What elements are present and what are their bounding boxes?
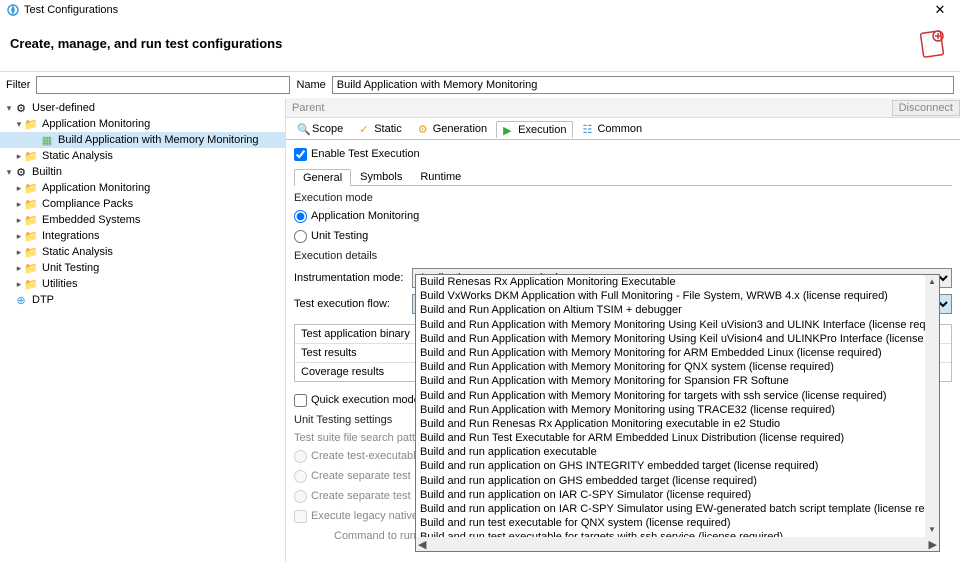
flow-option[interactable]: Build and Run Test Executable for ARM Em… — [416, 431, 939, 445]
tree-embedded[interactable]: ▸📁Embedded Systems — [0, 212, 285, 228]
scrollbar-vertical[interactable] — [925, 275, 939, 537]
gear-icon: ⚙ — [14, 165, 28, 179]
flow-dropdown[interactable]: Build Renesas Rx Application Monitoring … — [415, 274, 940, 552]
tree-compliance[interactable]: ▸📁Compliance Packs — [0, 196, 285, 212]
folder-icon: 📁 — [24, 261, 38, 275]
tree-static-analysis[interactable]: ▸📁Static Analysis — [0, 148, 285, 164]
create-exe-radio — [294, 450, 307, 463]
scrollbar-horizontal[interactable]: ◀▶ — [416, 537, 939, 551]
instr-mode-label: Instrumentation mode: — [294, 272, 412, 284]
tree-utilities[interactable]: ▸📁Utilities — [0, 276, 285, 292]
flow-option[interactable]: Build and run application on GHS INTEGRI… — [416, 459, 939, 473]
name-label: Name — [296, 79, 325, 91]
flow-option[interactable]: Build and Run Application with Memory Mo… — [416, 403, 939, 417]
subtab-runtime[interactable]: Runtime — [411, 168, 470, 185]
legacy-checkbox — [294, 510, 307, 523]
execution-icon: ▶ — [503, 124, 515, 136]
tree-integrations[interactable]: ▸📁Integrations — [0, 228, 285, 244]
static-icon: ✓ — [359, 123, 371, 135]
folder-icon: 📁 — [24, 229, 38, 243]
config-icon: ▦ — [40, 133, 54, 147]
folder-icon: 📁 — [24, 245, 38, 259]
flow-option[interactable]: Build and Run Application with Memory Mo… — [416, 318, 939, 332]
globe-icon: ⊕ — [14, 293, 28, 307]
flow-option[interactable]: Build and Run Application with Memory Mo… — [416, 374, 939, 388]
scope-icon: 🔍 — [297, 123, 309, 135]
flow-option[interactable]: Build and Run Application with Memory Mo… — [416, 389, 939, 403]
tab-static[interactable]: ✓Static — [352, 120, 409, 137]
subtab-symbols[interactable]: Symbols — [351, 168, 411, 185]
generation-icon: ⚙ — [418, 123, 430, 135]
doc-icon — [918, 26, 950, 61]
tab-common[interactable]: ☷Common — [575, 120, 649, 137]
close-button[interactable]: ✕ — [926, 2, 954, 18]
flow-option[interactable]: Build and run test executable for target… — [416, 530, 939, 537]
disconnect-button[interactable]: Disconnect — [892, 100, 960, 116]
enable-execution-label: Enable Test Execution — [311, 148, 420, 160]
flow-option[interactable]: Build and run application on IAR C-SPY S… — [416, 502, 939, 516]
folder-icon: 📁 — [24, 277, 38, 291]
tree-user-defined[interactable]: ▾⚙User-defined — [0, 100, 285, 116]
tab-scope[interactable]: 🔍Scope — [290, 120, 350, 137]
enable-execution-checkbox[interactable] — [294, 148, 307, 161]
flow-option[interactable]: Build and run application executable — [416, 445, 939, 459]
subtabs: General Symbols Runtime — [294, 168, 952, 186]
flow-option[interactable]: Build Renesas Rx Application Monitoring … — [416, 275, 939, 289]
parent-row: Parent Disconnect — [286, 98, 960, 118]
window-title: Test Configurations — [24, 4, 926, 16]
tree-b-app-monitoring[interactable]: ▸📁Application Monitoring — [0, 180, 285, 196]
create-sep2-radio — [294, 490, 307, 503]
folder-icon: 📁 — [24, 149, 38, 163]
folder-icon: 📁 — [24, 213, 38, 227]
tree-build-mem-monitoring[interactable]: ▦Build Application with Memory Monitorin… — [0, 132, 285, 148]
create-sep1-radio — [294, 470, 307, 483]
gear-icon: ⚙ — [14, 101, 28, 115]
folder-icon: 📁 — [24, 197, 38, 211]
app-icon — [6, 3, 20, 17]
folder-icon: 📁 — [24, 117, 38, 131]
tree-dtp[interactable]: ⊕DTP — [0, 292, 285, 308]
tree-unit-testing[interactable]: ▸📁Unit Testing — [0, 260, 285, 276]
flow-option[interactable]: Build and Run Application with Memory Mo… — [416, 346, 939, 360]
filter-label: Filter — [6, 79, 30, 91]
tab-strip: 🔍Scope ✓Static ⚙Generation ▶Execution ☷C… — [286, 118, 960, 140]
quick-exec-label: Quick execution mode — [311, 394, 420, 406]
execution-mode-title: Execution mode — [294, 192, 952, 204]
enable-execution-row[interactable]: Enable Test Execution — [294, 146, 952, 162]
folder-icon: 📁 — [24, 181, 38, 195]
flow-option[interactable]: Build and run application on GHS embedde… — [416, 474, 939, 488]
subtab-general[interactable]: General — [294, 169, 351, 186]
flow-label: Test execution flow: — [294, 298, 412, 310]
quick-exec-checkbox[interactable] — [294, 394, 307, 407]
filter-row: Filter Name — [0, 72, 960, 98]
header: Create, manage, and run test configurati… — [0, 20, 960, 71]
flow-option[interactable]: Build and run application on IAR C-SPY S… — [416, 488, 939, 502]
filter-input[interactable] — [36, 76, 290, 94]
flow-option[interactable]: Build and Run Renesas Rx Application Mon… — [416, 417, 939, 431]
tab-generation[interactable]: ⚙Generation — [411, 120, 494, 137]
flow-option[interactable]: Build VxWorks DKM Application with Full … — [416, 289, 939, 303]
flow-option[interactable]: Build and run test executable for QNX sy… — [416, 516, 939, 530]
flow-option[interactable]: Build and Run Application with Memory Mo… — [416, 332, 939, 346]
common-icon: ☷ — [582, 123, 594, 135]
tree-b-static[interactable]: ▸📁Static Analysis — [0, 244, 285, 260]
tree-app-monitoring[interactable]: ▾📁Application Monitoring — [0, 116, 285, 132]
page-subtitle: Create, manage, and run test configurati… — [10, 36, 918, 51]
parent-label: Parent — [286, 102, 892, 114]
flow-option[interactable]: Build and Run Application on Altium TSIM… — [416, 303, 939, 317]
tree-pane: ▾⚙User-defined ▾📁Application Monitoring … — [0, 98, 286, 562]
mode-unit-radio[interactable] — [294, 230, 307, 243]
mode-app-radio[interactable] — [294, 210, 307, 223]
flow-option[interactable]: Build and Run Application with Memory Mo… — [416, 360, 939, 374]
cmd-label: Command to run: — [334, 530, 419, 542]
titlebar: Test Configurations ✕ — [0, 0, 960, 20]
tree-builtin[interactable]: ▾⚙Builtin — [0, 164, 285, 180]
name-input[interactable] — [332, 76, 954, 94]
mode-unit-row[interactable]: Unit Testing — [294, 228, 952, 244]
tab-execution[interactable]: ▶Execution — [496, 121, 573, 138]
mode-app-row[interactable]: Application Monitoring — [294, 208, 952, 224]
execution-details-title: Execution details — [294, 250, 952, 262]
